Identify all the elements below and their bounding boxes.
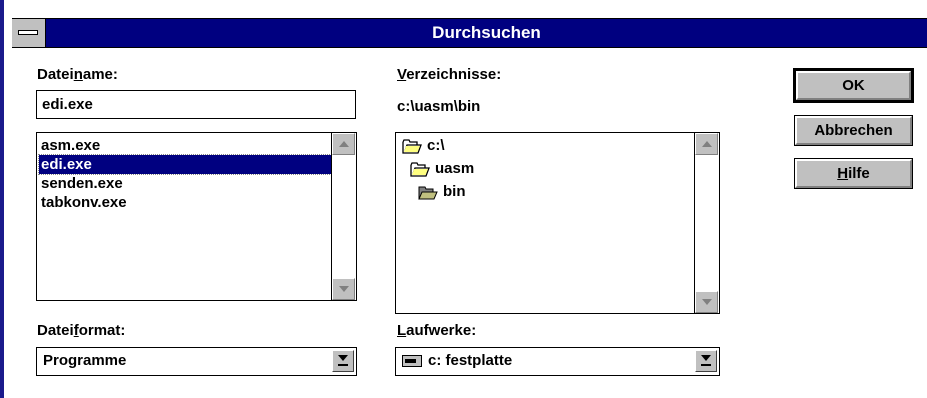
arrow-down-icon (701, 299, 712, 305)
drives-label: Laufwerke: (397, 322, 477, 339)
arrow-up-icon (701, 141, 712, 147)
scroll-down-button[interactable] (695, 291, 718, 313)
window-title: Durchsuchen (432, 23, 541, 42)
file-list-scrollbar[interactable] (331, 133, 356, 300)
help-button[interactable]: Hilfe (794, 158, 913, 189)
current-path: c:\uasm\bin (397, 98, 481, 115)
fileformat-value: Programme (43, 352, 127, 369)
open-folder-icon (402, 138, 422, 154)
file-item-senden[interactable]: senden.exe (39, 174, 123, 193)
fileformat-label: Dateiformat: (37, 322, 126, 339)
hard-drive-icon (402, 355, 422, 368)
filename-input[interactable]: edi.exe (36, 90, 356, 119)
scroll-up-button[interactable] (695, 133, 718, 155)
dropdown-arrow-icon (701, 355, 711, 367)
open-folder-icon (410, 161, 430, 177)
drive-select[interactable]: c: festplatte (395, 347, 720, 376)
system-menu-icon (18, 30, 38, 35)
window-left-border (0, 0, 4, 398)
directory-tree-scrollbar[interactable] (694, 133, 719, 313)
system-menu-button[interactable] (12, 19, 46, 47)
file-item-edi-selected[interactable]: edi.exe (38, 154, 332, 175)
file-item-tabkonv[interactable]: tabkonv.exe (39, 193, 127, 212)
open-folder-shaded-icon (418, 186, 438, 200)
title-bar[interactable]: Durchsuchen (12, 18, 927, 48)
scroll-up-button[interactable] (332, 133, 355, 155)
ok-button[interactable]: OK (793, 68, 914, 103)
cancel-button[interactable]: Abbrechen (794, 115, 913, 146)
arrow-down-icon (338, 286, 349, 292)
scroll-down-button[interactable] (332, 278, 355, 300)
dropdown-arrow-icon (338, 355, 348, 367)
file-item-asm[interactable]: asm.exe (39, 136, 100, 155)
dir-item-uasm[interactable]: uasm (410, 159, 474, 179)
drive-dropdown-button[interactable] (695, 350, 717, 372)
filename-label: Dateiname: (37, 66, 118, 83)
fileformat-dropdown-button[interactable] (332, 350, 354, 372)
file-list[interactable]: asm.exe edi.exe senden.exe tabkonv.exe (36, 132, 357, 301)
directories-label: Verzeichnisse: (397, 66, 502, 83)
arrow-up-icon (338, 141, 349, 147)
fileformat-select[interactable]: Programme (36, 347, 357, 376)
dir-item-bin[interactable]: bin (418, 182, 466, 202)
drive-value: c: festplatte (402, 348, 512, 374)
directory-tree[interactable]: c:\ uasm bin (395, 132, 720, 314)
dir-item-root[interactable]: c:\ (402, 136, 445, 156)
